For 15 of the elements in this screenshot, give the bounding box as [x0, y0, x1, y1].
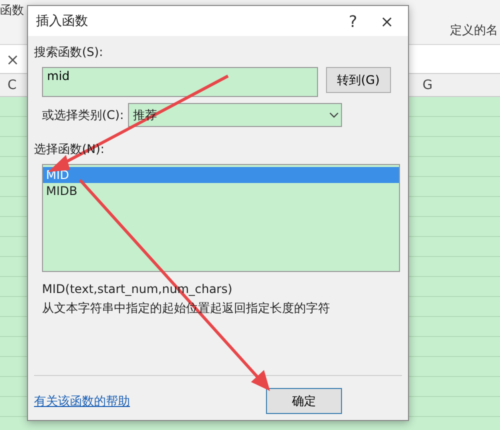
go-button[interactable]: 转到(G)	[326, 67, 391, 93]
dialog-title: 插入函数	[36, 13, 89, 30]
ribbon-label: 定义的名	[450, 22, 499, 39]
close-button[interactable]: ×	[374, 9, 400, 33]
column-header[interactable]: C	[0, 78, 24, 92]
help-button[interactable]: ?	[340, 9, 366, 33]
chevron-down-icon	[326, 110, 341, 120]
ribbon-label: 函数	[0, 2, 25, 19]
search-label: 搜索函数(S):	[34, 44, 104, 61]
ok-button[interactable]: 确定	[266, 388, 342, 414]
help-link[interactable]: 有关该函数的帮助	[34, 392, 130, 410]
category-label: 或选择类别(C):	[42, 106, 124, 124]
cancel-icon[interactable]: ×	[6, 50, 20, 68]
search-field[interactable]: mid	[42, 67, 318, 97]
function-item[interactable]: MIDB	[43, 183, 399, 199]
